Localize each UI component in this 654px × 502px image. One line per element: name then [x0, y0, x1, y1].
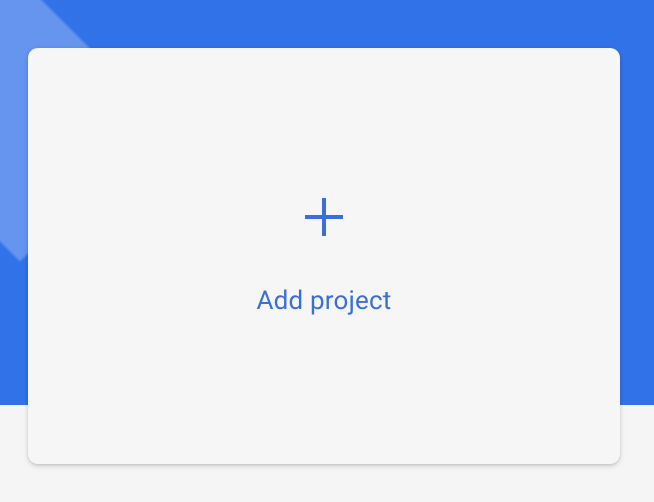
plus-icon — [303, 196, 345, 238]
add-project-label: Add project — [256, 286, 391, 316]
add-project-card[interactable]: Add project — [28, 48, 620, 464]
